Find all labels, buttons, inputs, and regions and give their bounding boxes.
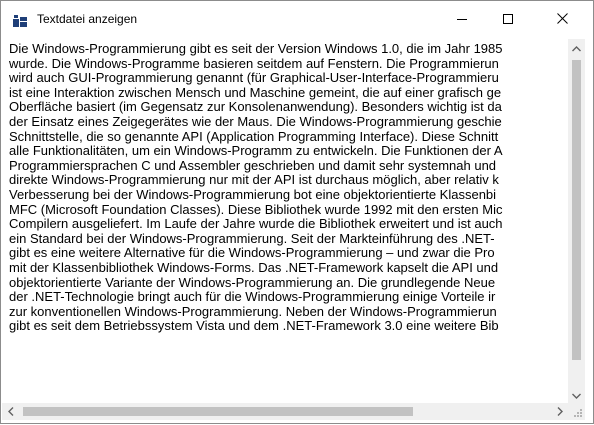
- text-line: wird auch GUI-Programmierung genannt (fü…: [9, 70, 499, 86]
- text-line: zur konventionellen Windows-Programmieru…: [9, 303, 497, 319]
- maximize-button[interactable]: [485, 1, 531, 39]
- text-line: Schnittstelle, die so genannte API (Appl…: [9, 128, 499, 144]
- arrow-up-icon: [572, 39, 581, 57]
- text-line: Die Windows-Programmierung gibt es seit …: [9, 41, 503, 56]
- text-line: gibt es seit dem Betriebssystem Vista un…: [9, 318, 499, 334]
- scroll-up-button[interactable]: [568, 39, 585, 56]
- resize-grip[interactable]: [568, 403, 585, 420]
- text-line: wurde. Die Windows-Programme basieren se…: [9, 55, 499, 71]
- close-button[interactable]: [531, 1, 593, 39]
- text-content: Die Windows-Programmierung gibt es seit …: [9, 41, 586, 334]
- minimize-icon: [457, 11, 467, 29]
- text-line: Compilern ausgeliefert. Im Laufe der Jah…: [9, 216, 503, 232]
- text-line: mit der Klassenbibliothek Windows-Forms.…: [9, 259, 499, 275]
- text-line: gibt es eine weitere Alternative für die…: [9, 245, 495, 261]
- text-line: Verbesserung bei der Windows-Programmier…: [9, 186, 497, 202]
- scroll-left-button[interactable]: [2, 403, 19, 420]
- horizontal-scroll-thumb[interactable]: [23, 407, 413, 416]
- text-line: der .NET-Technologie bringt auch für die…: [9, 289, 496, 305]
- text-line: ist eine Interaktion zwischen Mensch und…: [9, 84, 502, 100]
- text-line: MFC (Microsoft Foundation Classes). Dies…: [9, 201, 503, 217]
- horizontal-scrollbar[interactable]: [2, 403, 568, 420]
- text-line: Programmiersprachen C und Assembler gesc…: [9, 157, 497, 173]
- text-line: ein Standard bei der Windows-Programmier…: [9, 230, 495, 246]
- vertical-scroll-thumb[interactable]: [572, 60, 581, 360]
- text-line: objektorientierte Variante der Windows-P…: [9, 274, 496, 290]
- scroll-right-button[interactable]: [551, 403, 568, 420]
- arrow-right-icon: [557, 403, 563, 421]
- arrow-down-icon: [572, 386, 581, 404]
- close-icon: [556, 11, 568, 29]
- text-line: Oberfläche basiert (im Gegensatz zur Kon…: [9, 99, 502, 115]
- app-window-icon: [13, 14, 27, 27]
- minimize-button[interactable]: [439, 1, 485, 39]
- maximize-icon: [503, 11, 513, 29]
- arrow-left-icon: [7, 403, 14, 421]
- window-title: Textdatei anzeigen: [37, 12, 138, 26]
- scroll-down-button[interactable]: [568, 386, 585, 403]
- text-area[interactable]: Die Windows-Programmierung gibt es seit …: [2, 39, 586, 421]
- title-bar[interactable]: Textdatei anzeigen: [1, 1, 593, 39]
- vertical-scrollbar[interactable]: [568, 39, 585, 403]
- vertical-scroll-track[interactable]: [568, 56, 585, 386]
- textfile-window: Textdatei anzeigen Die Windows-Programmi…: [0, 0, 594, 424]
- text-line: direkte Windows-Programmierung nur mit d…: [9, 172, 499, 188]
- resize-grip-icon: [568, 407, 585, 424]
- text-line: der Einsatz eines Zeigegerätes wie der M…: [9, 113, 502, 129]
- text-line: alle Funktionalitäten, um ein Windows-Pr…: [9, 143, 503, 159]
